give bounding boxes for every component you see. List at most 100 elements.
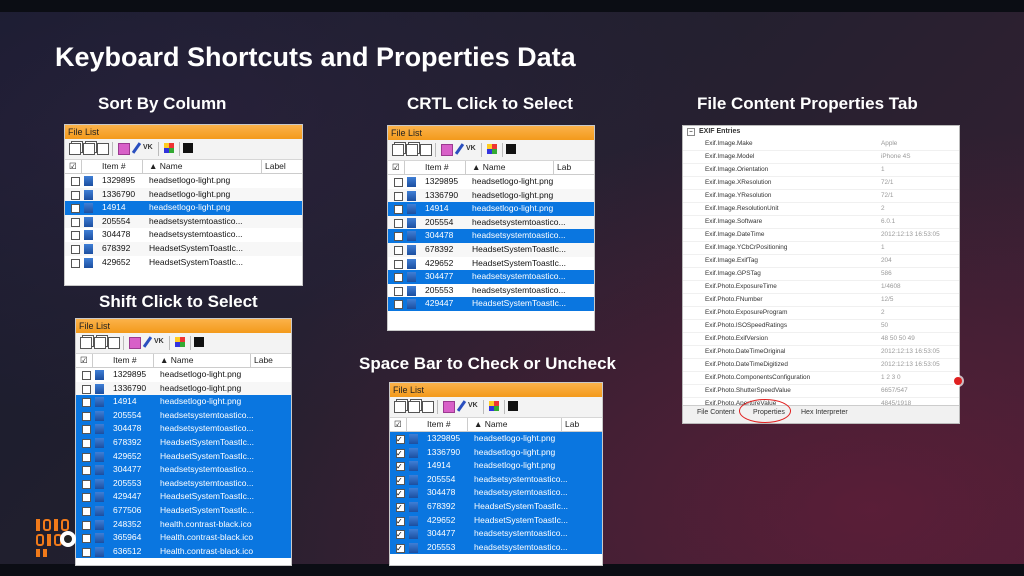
row-checkbox[interactable] — [82, 411, 91, 421]
check-all-column[interactable]: ☑ — [394, 419, 402, 430]
column-label[interactable]: Labe — [254, 355, 273, 365]
file-row[interactable]: 304478 headsetsystemtoastico... — [390, 486, 602, 501]
column-label[interactable]: Lab — [557, 162, 571, 172]
vk-icon[interactable]: VK — [154, 337, 164, 347]
file-row[interactable]: 304477 headsetsystemtoastico... — [390, 527, 602, 542]
page-icon[interactable] — [108, 337, 120, 349]
page-icon[interactable] — [97, 143, 109, 155]
row-checkbox[interactable] — [82, 547, 91, 557]
row-checkbox[interactable] — [82, 493, 91, 503]
file-row[interactable]: 1329895 headsetlogo-light.png — [65, 174, 302, 188]
file-row[interactable]: 205554 headsetsystemtoastico... — [388, 215, 594, 230]
copy-icon[interactable] — [394, 401, 406, 413]
row-checkbox[interactable] — [394, 218, 403, 228]
file-row[interactable]: 1329895 headsetlogo-light.png — [388, 175, 594, 189]
column-item-number[interactable]: Item # — [425, 162, 449, 172]
row-checkbox[interactable] — [82, 438, 91, 448]
row-checkbox[interactable] — [396, 487, 405, 501]
check-all-column[interactable]: ☑ — [392, 162, 400, 173]
file-row[interactable]: 678392 HeadsetSystemToastIc... — [76, 435, 291, 450]
file-row[interactable]: 678392 HeadsetSystemToastIc... — [388, 242, 594, 257]
property-row[interactable]: Exif.Image.YCbCrPositioning 1 — [683, 242, 959, 255]
column-name[interactable]: ▲ Name — [474, 419, 507, 429]
file-row[interactable]: 429652 HeadsetSystemToastIc... — [388, 257, 594, 271]
column-label[interactable]: Label — [265, 161, 286, 171]
row-checkbox[interactable] — [394, 191, 403, 201]
exif-group-header[interactable]: – EXIF Entries — [683, 126, 959, 138]
file-row[interactable]: 205554 headsetsystemtoastico... — [390, 472, 602, 487]
file-row[interactable]: 205554 headsetsystemtoastico... — [65, 214, 302, 229]
color-icon[interactable] — [164, 143, 174, 153]
color-icon[interactable] — [489, 401, 499, 411]
file-row[interactable]: 14914 headsetlogo-light.png — [388, 202, 594, 216]
page-icon[interactable] — [422, 401, 434, 413]
property-row[interactable]: Exif.Image.ExifTag 204 — [683, 255, 959, 268]
property-row[interactable]: Exif.Photo.DateTimeDigitized 2012:12:13 1… — [683, 359, 959, 372]
vk-icon[interactable]: VK — [143, 143, 153, 153]
property-row[interactable]: Exif.Image.GPSTag 586 — [683, 268, 959, 281]
row-checkbox[interactable] — [71, 231, 80, 241]
column-item-number[interactable]: Item # — [113, 355, 137, 365]
column-item-number[interactable]: Item # — [427, 419, 451, 429]
row-checkbox[interactable] — [394, 178, 403, 187]
property-row[interactable]: Exif.Image.Orientation 1 — [683, 164, 959, 177]
column-name[interactable]: ▲ Name — [149, 161, 182, 171]
pen-icon[interactable] — [142, 336, 153, 348]
check-all-column[interactable]: ☑ — [80, 355, 88, 366]
row-checkbox[interactable] — [71, 258, 80, 268]
file-row[interactable]: 1329895 headsetlogo-light.png — [390, 432, 602, 447]
tag-icon[interactable] — [443, 401, 455, 413]
color-icon[interactable] — [175, 337, 185, 347]
file-row[interactable]: 429447 HeadsetSystemToastIc... — [76, 490, 291, 504]
file-row[interactable]: 14914 headsetlogo-light.png — [390, 459, 602, 474]
file-row[interactable]: 1336790 headsetlogo-light.png — [76, 381, 291, 396]
row-checkbox[interactable] — [396, 528, 405, 542]
file-row[interactable]: 429652 HeadsetSystemToastIc... — [390, 513, 602, 528]
black-box-icon[interactable] — [508, 401, 518, 411]
tag-icon[interactable] — [129, 337, 141, 349]
file-row[interactable]: 365964 Health.contrast-black.ico — [76, 531, 291, 545]
tag-icon[interactable] — [118, 143, 130, 155]
file-row[interactable]: 1336790 headsetlogo-light.png — [388, 188, 594, 203]
row-checkbox[interactable] — [71, 177, 80, 186]
row-checkbox[interactable] — [82, 398, 91, 408]
property-row[interactable]: Exif.Image.ResolutionUnit 2 — [683, 203, 959, 216]
file-row[interactable]: 1336790 headsetlogo-light.png — [65, 187, 302, 202]
row-checkbox[interactable] — [82, 371, 91, 380]
property-row[interactable]: Exif.Photo.ShutterSpeedValue 6657/547 — [683, 385, 959, 398]
file-row[interactable]: 429652 HeadsetSystemToastIc... — [65, 256, 302, 270]
tab-file-content[interactable]: File Content — [697, 409, 735, 416]
tab-hex-interpreter[interactable]: Hex Interpreter — [801, 409, 848, 416]
file-row[interactable]: 304478 headsetsystemtoastico... — [388, 229, 594, 243]
file-row[interactable]: 205553 headsetsystemtoastico... — [390, 540, 602, 555]
black-box-icon[interactable] — [194, 337, 204, 347]
file-row[interactable]: 14914 headsetlogo-light.png — [65, 201, 302, 215]
file-row[interactable]: 14914 headsetlogo-light.png — [76, 395, 291, 409]
row-checkbox[interactable] — [396, 515, 405, 528]
row-checkbox[interactable] — [394, 273, 403, 283]
row-checkbox[interactable] — [82, 479, 91, 489]
property-row[interactable]: Exif.Photo.DateTimeOriginal 2012:12:13 16… — [683, 346, 959, 359]
file-row[interactable]: 304477 headsetsystemtoastico... — [76, 463, 291, 477]
property-row[interactable]: Exif.Photo.ExposureTime 1/4608 — [683, 281, 959, 294]
row-checkbox[interactable] — [82, 520, 91, 530]
file-row[interactable]: 205554 headsetsystemtoastico... — [76, 408, 291, 423]
row-checkbox[interactable] — [82, 466, 91, 476]
row-checkbox[interactable] — [82, 452, 91, 462]
row-checkbox[interactable] — [71, 190, 80, 200]
vk-icon[interactable]: VK — [466, 144, 476, 154]
row-checkbox[interactable] — [394, 286, 403, 296]
file-row[interactable]: 304478 headsetsystemtoastico... — [76, 422, 291, 436]
row-checkbox[interactable] — [71, 244, 80, 254]
collapse-icon[interactable]: – — [687, 128, 695, 136]
column-item-number[interactable]: Item # — [102, 161, 126, 171]
page-icon[interactable] — [420, 144, 432, 156]
black-box-icon[interactable] — [183, 143, 193, 153]
row-checkbox[interactable] — [82, 534, 91, 544]
file-row[interactable]: 429652 HeadsetSystemToastIc... — [76, 449, 291, 464]
file-row[interactable]: 248352 health.contrast-black.ico — [76, 517, 291, 532]
duplicate-icon[interactable] — [408, 401, 420, 413]
black-box-icon[interactable] — [506, 144, 516, 154]
duplicate-icon[interactable] — [94, 337, 106, 349]
file-row[interactable]: 429447 HeadsetSystemToastIc... — [388, 297, 594, 311]
